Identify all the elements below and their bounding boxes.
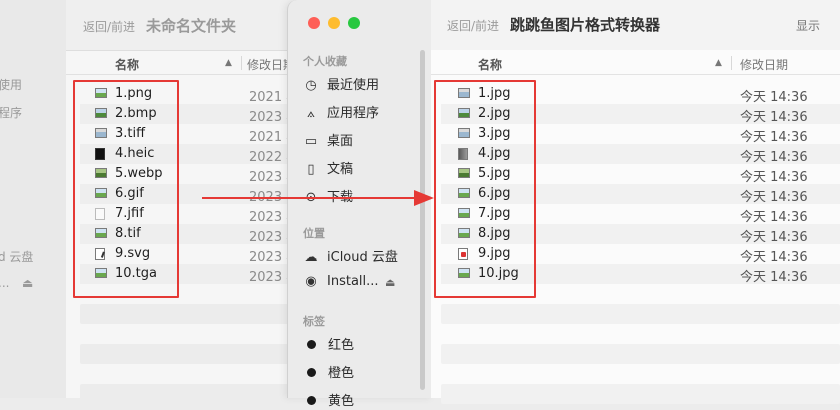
tag-label: 红色: [328, 338, 355, 353]
column-divider[interactable]: [731, 56, 732, 70]
sidebar-item-label: 桌面: [327, 134, 354, 149]
empty-row: [441, 304, 840, 324]
sidebar-item-label: Install...: [327, 274, 379, 289]
file-date: 今天 14:36: [740, 130, 808, 145]
document-icon: ▯: [307, 162, 315, 177]
empty-row: [441, 384, 840, 404]
show-button[interactable]: 显示: [796, 17, 820, 34]
sidebar-item-label: 最近使用: [327, 78, 380, 93]
back-window-toolbar: 返回/前进 未命名文件夹: [66, 0, 302, 51]
sort-chevron-up-icon[interactable]: ▲: [225, 58, 232, 68]
locations-header: 位置: [303, 227, 325, 240]
sidebar-fragment-install[interactable]: ...: [0, 276, 9, 290]
tag-label: 黄色: [328, 394, 355, 409]
sidebar-item[interactable]: ◷ 最近使用: [303, 74, 379, 94]
modified-column-header[interactable]: 修改日期: [740, 56, 788, 73]
window-close-button[interactable]: [308, 17, 320, 29]
sidebar-item[interactable]: ▭ 桌面: [303, 130, 353, 150]
converted-files-highlight-box: [434, 80, 536, 298]
favorites-header: 个人收藏: [303, 55, 347, 68]
window-maximize-button[interactable]: [348, 17, 360, 29]
back-forward-label[interactable]: 返回/前进: [83, 18, 135, 35]
sidebar-item-label: 文稿: [327, 162, 354, 177]
source-files-highlight-box: [73, 80, 179, 298]
sidebar-item[interactable]: ▯ 文稿: [303, 158, 353, 178]
sidebar-item[interactable]: ⟑ 应用程序: [303, 102, 379, 122]
eject-icon[interactable]: ⏏: [385, 276, 395, 289]
file-date: 今天 14:36: [740, 170, 808, 185]
sidebar-tag-item[interactable]: 橙色: [303, 362, 354, 382]
empty-row: [441, 344, 840, 364]
column-divider[interactable]: [241, 56, 242, 70]
tag-dot-icon: [307, 340, 316, 349]
file-date: 今天 14:36: [740, 250, 808, 265]
tag-dot-icon: [307, 396, 316, 405]
desktop-icon: ▭: [304, 134, 318, 149]
back-column-header: 名称 ▲ 修改日期: [66, 52, 302, 75]
sidebar-scrollbar[interactable]: [420, 50, 425, 390]
conversion-arrow-icon: [202, 190, 434, 206]
back-window-title: 未命名文件夹: [146, 17, 237, 35]
back-forward-label[interactable]: 返回/前进: [447, 17, 499, 34]
sidebar-item[interactable]: ◉ Install...: [303, 274, 379, 294]
empty-row: [80, 384, 300, 404]
sidebar-item[interactable]: ☁ iCloud 云盘: [303, 246, 398, 266]
file-date: 今天 14:36: [740, 190, 808, 205]
back-window-sidebar: 使用 程序 d 云盘 ... ⏏: [0, 0, 66, 398]
empty-row: [80, 304, 300, 324]
cloud-icon: ☁: [304, 250, 318, 265]
right-window-toolbar: 返回/前进 跳跳鱼图片格式转换器 显示: [431, 0, 840, 51]
empty-row: [80, 344, 300, 364]
sidebar-item-label: 应用程序: [327, 106, 380, 121]
tags-header: 标签: [303, 315, 325, 328]
sidebar-item-label: iCloud 云盘: [327, 250, 398, 265]
file-date: 今天 14:36: [740, 270, 808, 285]
right-column-header: 名称 ▲ 修改日期: [431, 52, 840, 75]
sidebar-tag-item[interactable]: 黄色: [303, 390, 354, 410]
tag-label: 橙色: [328, 366, 355, 381]
file-date: 今天 14:36: [740, 230, 808, 245]
sidebar-tag-item[interactable]: 红色: [303, 334, 354, 354]
sidebar-fragment-apps[interactable]: 程序: [0, 104, 22, 121]
file-date: 今天 14:36: [740, 90, 808, 105]
eject-icon[interactable]: ⏏: [22, 276, 33, 290]
apps-icon: ⟑: [307, 106, 315, 121]
sidebar-fragment-recent[interactable]: 使用: [0, 76, 22, 93]
sidebar-fragment-icloud[interactable]: d 云盘: [0, 248, 33, 265]
right-window-title: 跳跳鱼图片格式转换器: [510, 16, 661, 34]
file-date: 今天 14:36: [740, 110, 808, 125]
file-date: 今天 14:36: [740, 210, 808, 225]
sort-chevron-up-icon[interactable]: ▲: [715, 58, 722, 68]
window-minimize-button[interactable]: [328, 17, 340, 29]
name-column-header[interactable]: 名称: [478, 56, 502, 73]
disk-icon: ◉: [305, 274, 317, 289]
tag-dot-icon: [307, 368, 316, 377]
file-date: 今天 14:36: [740, 150, 808, 165]
clock-icon: ◷: [305, 78, 317, 93]
name-column-header[interactable]: 名称: [115, 56, 139, 73]
